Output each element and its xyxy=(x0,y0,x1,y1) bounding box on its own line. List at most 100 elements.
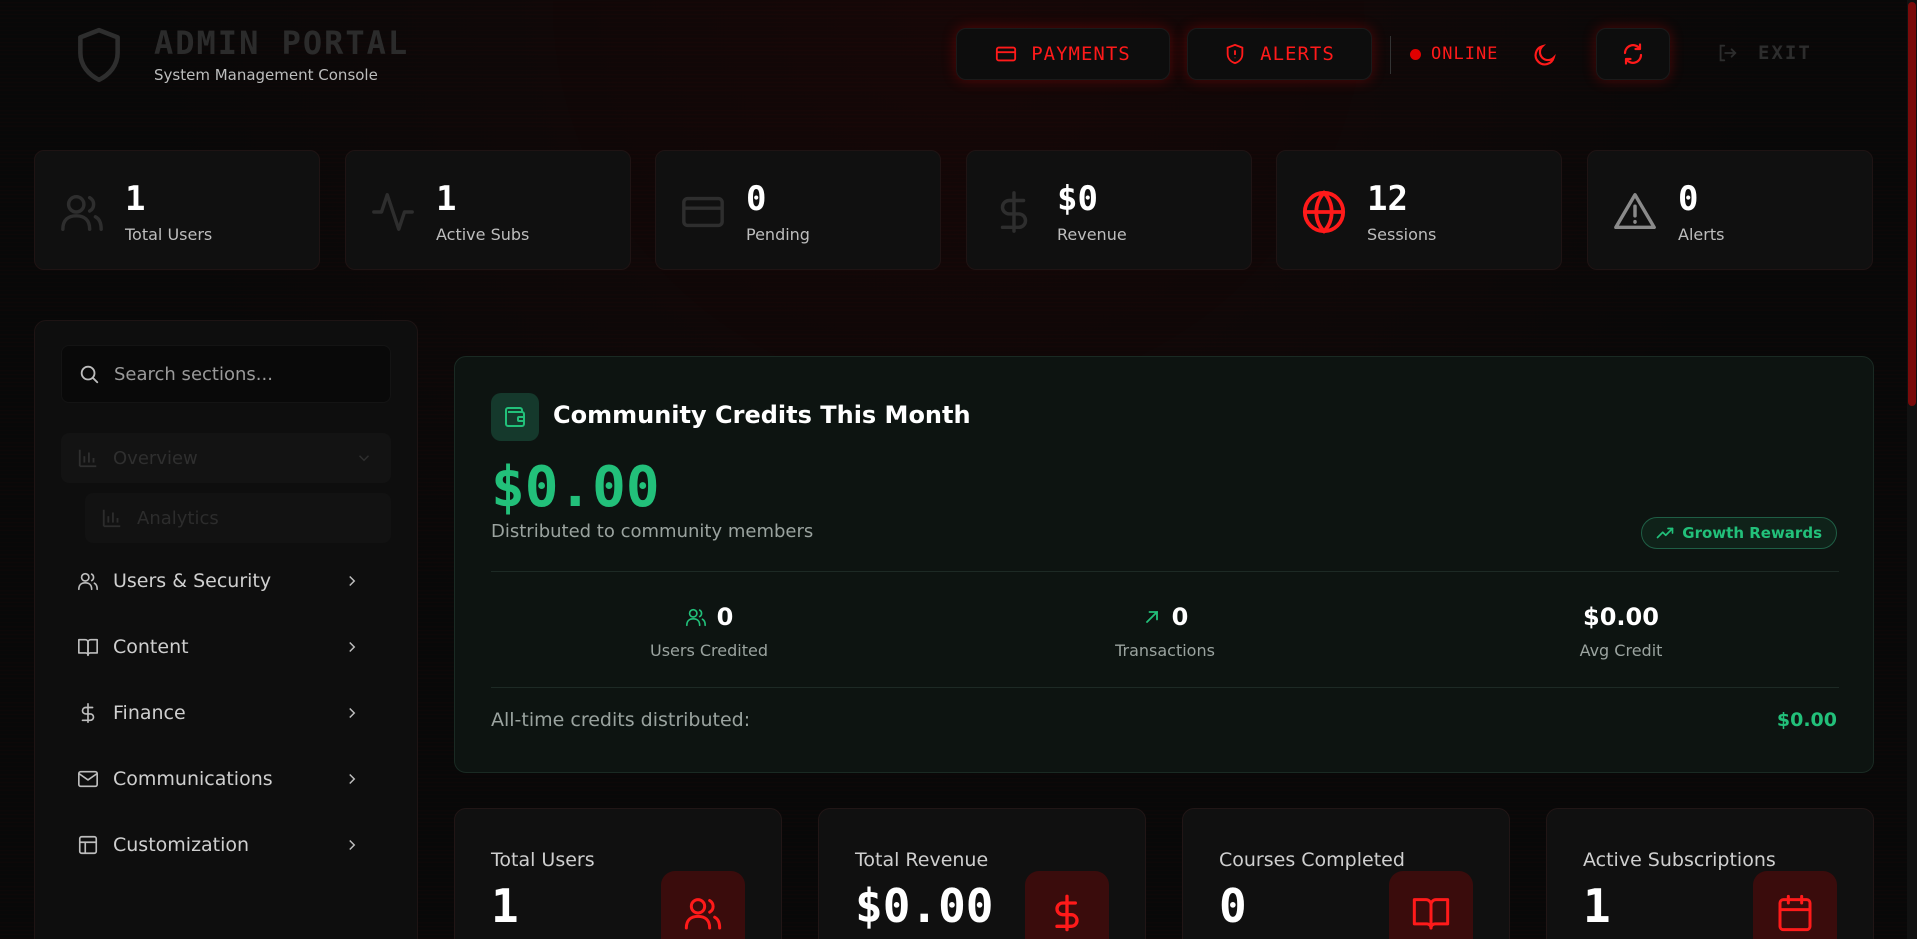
users-icon xyxy=(61,194,103,231)
card-icon-box xyxy=(1753,871,1837,939)
search-input[interactable] xyxy=(114,363,374,385)
users-icon xyxy=(78,572,98,591)
card-label: Active Subscriptions xyxy=(1583,849,1776,871)
community-credits-panel: Community Credits This Month $0.00 Distr… xyxy=(454,356,1874,773)
app-subtitle: System Management Console xyxy=(154,66,378,84)
globe-icon xyxy=(1302,190,1346,234)
shield-alert-icon xyxy=(1226,43,1244,65)
sidebar-item-analytics[interactable]: Analytics xyxy=(85,493,391,543)
sidebar-item-overview[interactable]: Overview xyxy=(61,433,391,483)
stat-card-alerts: 0 Alerts xyxy=(1587,150,1873,270)
divider xyxy=(491,687,1839,688)
credit-card-icon xyxy=(996,46,1017,62)
scrollbar-thumb[interactable] xyxy=(1908,2,1916,406)
arrow-up-right-icon xyxy=(1145,611,1158,623)
sidebar-item-finance[interactable]: Finance xyxy=(61,688,391,738)
sidebar-item-customization[interactable]: Customization xyxy=(61,820,391,870)
card-active-subscriptions: Active Subscriptions 1 xyxy=(1546,808,1874,939)
payments-button[interactable]: PAYMENTS xyxy=(956,28,1170,80)
activity-icon xyxy=(372,193,414,231)
sidebar-item-label: Communications xyxy=(113,768,273,790)
sidebar-item-users-security[interactable]: Users & Security xyxy=(61,556,391,606)
stat-label: Revenue xyxy=(1057,225,1127,244)
dollar-icon xyxy=(1000,191,1028,233)
bar-chart-icon xyxy=(102,509,121,528)
card-value: 1 xyxy=(1583,879,1611,933)
stat-label: Total Users xyxy=(125,225,213,244)
stat-card-active-subs: 1 Active Subs xyxy=(345,150,631,270)
card-label: Total Revenue xyxy=(855,849,989,871)
stat-label: Active Subs xyxy=(436,225,530,244)
credits-stat-label: Transactions xyxy=(1115,641,1215,660)
exit-button[interactable]: EXIT xyxy=(1716,42,1812,64)
credits-stat-transactions: 0 Transactions xyxy=(1015,603,1315,660)
credit-card-icon xyxy=(682,196,724,228)
mail-icon xyxy=(78,770,98,788)
sidebar-item-communications[interactable]: Communications xyxy=(61,754,391,804)
card-courses-completed: Courses Completed 0 xyxy=(1182,808,1510,939)
exit-label: EXIT xyxy=(1758,42,1812,64)
bar-chart-icon xyxy=(78,449,97,468)
credits-amount: $0.00 xyxy=(491,455,660,520)
badge-label: Growth Rewards xyxy=(1682,524,1822,542)
moon-icon[interactable] xyxy=(1532,42,1558,68)
credits-stat-value: 0 xyxy=(716,603,734,631)
header-divider xyxy=(1390,36,1391,74)
card-value: 0 xyxy=(1219,879,1247,933)
warning-icon xyxy=(1614,193,1656,230)
credits-stat-value: $0.00 xyxy=(1583,603,1659,631)
stat-card-sessions: 12 Sessions xyxy=(1276,150,1562,270)
refresh-icon xyxy=(1623,43,1643,65)
dollar-icon xyxy=(1055,894,1079,932)
stat-label: Sessions xyxy=(1367,225,1437,244)
card-icon-box xyxy=(1025,871,1109,939)
credits-title: Community Credits This Month xyxy=(553,401,971,429)
stat-card-pending: 0 Pending xyxy=(655,150,941,270)
stat-card-revenue: $0 Revenue xyxy=(966,150,1252,270)
chevron-right-icon xyxy=(349,773,356,785)
stat-value: 1 xyxy=(125,179,146,219)
refresh-button[interactable] xyxy=(1596,28,1670,80)
sidebar: Overview Analytics Users & Security Cont… xyxy=(34,320,418,939)
sidebar-item-label: Finance xyxy=(113,702,186,724)
search-box[interactable] xyxy=(61,345,391,403)
card-label: Total Users xyxy=(491,849,595,871)
app-title: ADMIN PORTAL xyxy=(154,24,410,62)
stat-value: $0 xyxy=(1057,179,1098,219)
credits-stat-value: 0 xyxy=(1171,603,1189,631)
card-value: $0.00 xyxy=(855,879,994,933)
chevron-right-icon xyxy=(349,641,356,653)
chevron-right-icon xyxy=(349,839,356,851)
sidebar-item-label: Customization xyxy=(113,834,250,856)
sidebar-item-label: Overview xyxy=(113,447,198,469)
credits-stat-users: 0 Users Credited xyxy=(559,603,859,660)
chevron-right-icon xyxy=(349,707,356,719)
stat-value: 12 xyxy=(1367,179,1408,219)
sidebar-item-label: Analytics xyxy=(137,507,219,529)
card-total-users: Total Users 1 xyxy=(454,808,782,939)
credits-stat-label: Avg Credit xyxy=(1579,641,1663,660)
sidebar-item-content[interactable]: Content xyxy=(61,622,391,672)
layout-icon xyxy=(78,835,98,855)
dollar-icon xyxy=(81,703,95,723)
credits-stat-label: Users Credited xyxy=(649,641,768,660)
wallet-icon xyxy=(505,407,525,427)
chevron-down-icon xyxy=(358,455,370,462)
payments-label: PAYMENTS xyxy=(1031,43,1131,65)
stat-value: 0 xyxy=(1678,179,1699,219)
card-value: 1 xyxy=(491,879,519,933)
sidebar-item-label: Users & Security xyxy=(113,570,272,592)
calendar-icon xyxy=(1778,894,1812,932)
book-icon xyxy=(1412,898,1450,930)
stat-card-total-users: 1 Total Users xyxy=(34,150,320,270)
trending-up-icon xyxy=(1656,527,1674,539)
credits-subtitle: Distributed to community members xyxy=(491,521,814,542)
page-scrollbar[interactable] xyxy=(1907,0,1917,939)
stat-value: 0 xyxy=(746,179,767,219)
alltime-label: All-time credits distributed: xyxy=(491,709,751,731)
search-icon xyxy=(80,365,99,384)
chevron-right-icon xyxy=(349,575,356,587)
alerts-button[interactable]: ALERTS xyxy=(1187,28,1372,80)
card-icon-box xyxy=(661,871,745,939)
card-icon-box xyxy=(1389,871,1473,939)
